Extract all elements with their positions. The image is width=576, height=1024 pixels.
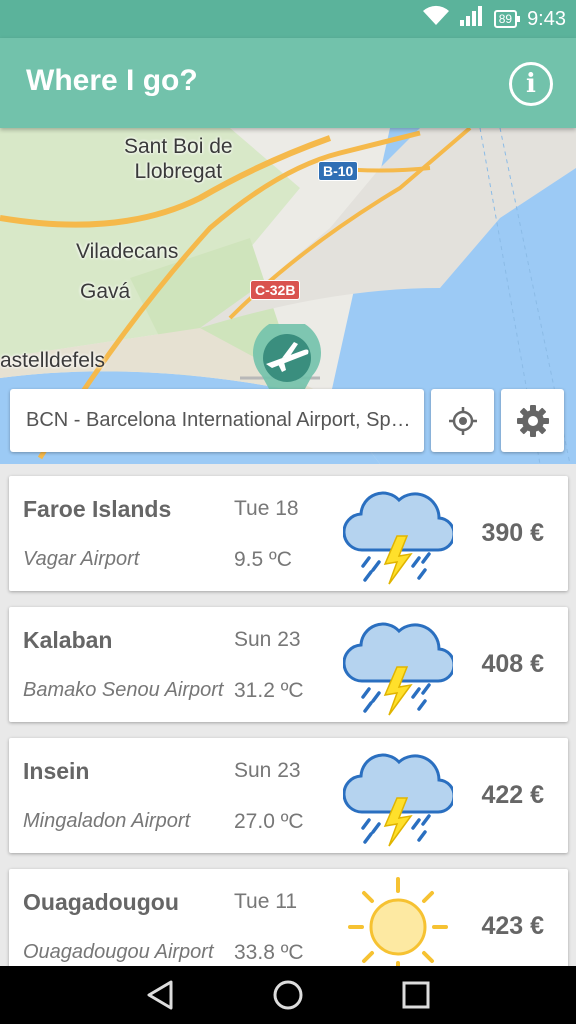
destination-temp: 31.2 ºC bbox=[234, 679, 304, 702]
settings-button[interactable] bbox=[501, 389, 564, 452]
wifi-icon bbox=[422, 5, 450, 33]
destination-price: 422 € bbox=[481, 781, 544, 809]
home-icon[interactable] bbox=[272, 979, 304, 1016]
info-icon[interactable]: i bbox=[509, 62, 553, 106]
destination-date: Sun 23 bbox=[234, 759, 301, 782]
clock: 9:43 bbox=[527, 7, 566, 30]
system-nav-bar bbox=[0, 966, 576, 1024]
destination-city: Ouagadougou bbox=[23, 889, 179, 915]
destination-card[interactable]: Kalaban Bamako Senou Airport Sun 23 31.2… bbox=[9, 607, 568, 722]
destination-card[interactable]: Ouagadougou Ouagadougou Airport Tue 11 3… bbox=[9, 869, 568, 966]
map-label-castelldefels: astelldefels bbox=[0, 349, 106, 372]
destination-price: 390 € bbox=[481, 519, 544, 547]
locate-button[interactable] bbox=[431, 389, 494, 452]
road-shield-c32: C-32B bbox=[250, 280, 301, 300]
map-label-sant-boi: Sant Boi de Llobregat bbox=[124, 135, 233, 183]
signal-icon bbox=[459, 5, 484, 33]
thunderstorm-icon bbox=[343, 753, 453, 847]
destination-city: Kalaban bbox=[23, 627, 113, 653]
destination-card[interactable]: Faroe Islands Vagar Airport Tue 18 9.5 º… bbox=[9, 476, 568, 591]
app-title: Where I go? bbox=[26, 64, 198, 97]
road-shield-b10: B-10 bbox=[318, 161, 359, 181]
destination-date: Tue 18 bbox=[234, 497, 299, 520]
destination-city: Faroe Islands bbox=[23, 496, 172, 522]
destination-price: 423 € bbox=[481, 912, 544, 940]
destination-date: Tue 11 bbox=[234, 890, 298, 913]
destination-temp: 33.8 ºC bbox=[234, 941, 304, 964]
my-location-icon bbox=[448, 406, 477, 435]
thunderstorm-icon bbox=[343, 622, 453, 716]
thunderstorm-icon bbox=[343, 491, 453, 585]
sun-icon bbox=[348, 877, 448, 966]
destination-list[interactable]: Faroe Islands Vagar Airport Tue 18 9.5 º… bbox=[0, 464, 576, 966]
status-bar: 89 9:43 bbox=[0, 0, 576, 38]
map-label-gava: Gavá bbox=[80, 280, 131, 303]
destination-airport: Mingaladon Airport bbox=[23, 810, 191, 832]
destination-airport: Ouagadougou Airport bbox=[23, 941, 214, 963]
back-icon[interactable] bbox=[145, 979, 175, 1016]
gear-icon bbox=[516, 404, 549, 437]
battery-icon: 89 bbox=[493, 10, 521, 28]
destination-city: Insein bbox=[23, 758, 90, 784]
destination-price: 408 € bbox=[481, 650, 544, 678]
destination-airport: Vagar Airport bbox=[23, 548, 140, 570]
destination-card[interactable]: Insein Mingaladon Airport Sun 23 27.0 ºC… bbox=[9, 738, 568, 853]
destination-date: Sun 23 bbox=[234, 628, 301, 651]
destination-temp: 9.5 ºC bbox=[234, 548, 292, 571]
app-bar: Where I go? i bbox=[0, 38, 576, 128]
origin-airport-input[interactable]: BCN - Barcelona International Airport, S… bbox=[10, 389, 424, 452]
recents-icon[interactable] bbox=[402, 979, 430, 1016]
destination-temp: 27.0 ºC bbox=[234, 810, 304, 833]
map-label-viladecans: Viladecans bbox=[76, 240, 179, 263]
destination-airport: Bamako Senou Airport bbox=[23, 679, 224, 701]
